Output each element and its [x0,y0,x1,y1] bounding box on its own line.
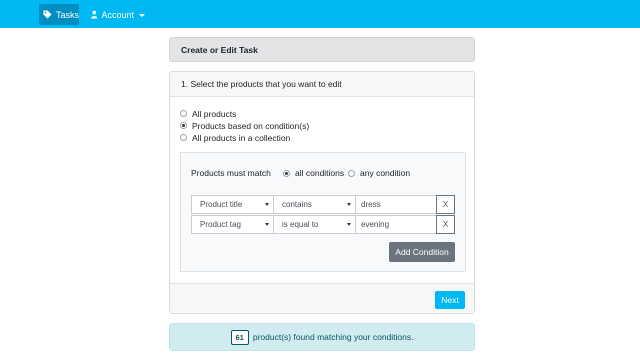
user-icon [91,10,98,19]
match-label: Products must match [191,168,271,178]
field-select-value: Product tag [200,220,241,229]
remove-condition-button[interactable]: X [436,195,455,214]
operator-select-value: contains [282,200,312,209]
product-selection-card: 1. Select the products that you want to … [169,71,475,314]
field-select[interactable]: Product tag [191,215,274,234]
caret-down-icon [139,13,145,17]
match-any-label: any condition [360,168,411,178]
option-label: All products in a collection [192,132,291,143]
match-all-label: all conditions [295,168,345,178]
radio-button[interactable] [180,110,187,117]
nav-tasks-link[interactable]: Tasks [39,4,79,25]
nav-account-dropdown[interactable]: Account [89,4,145,25]
operator-select-value: is equal to [282,220,319,229]
radio-button[interactable] [348,169,355,177]
dropdown-arrow-icon [265,203,269,206]
option-label: All products [192,108,237,119]
result-count-badge: 61 [230,329,249,345]
condition-row: Product tag is equal to evening X [191,215,455,234]
operator-select[interactable]: contains [273,195,356,214]
page-title: Create or Edit Task [169,37,475,62]
option-products-in-collection[interactable]: All products in a collection [180,132,290,143]
value-input[interactable]: evening [355,215,437,234]
card-footer: Next [170,283,474,313]
value-input-text: dress [361,200,381,209]
add-condition-button[interactable]: Add Condition [389,242,455,262]
result-text: product(s) found matching your condition… [252,332,414,342]
dropdown-arrow-icon [265,223,269,226]
result-alert: 61 product(s) found matching your condit… [169,323,475,351]
top-navbar: Tasks Account [0,0,640,28]
step-header: 1. Select the products that you want to … [170,72,474,97]
conditions-panel: Products must match all conditions any c… [180,152,466,272]
option-all-products[interactable]: All products [180,108,236,119]
value-input[interactable]: dress [355,195,437,214]
option-products-by-condition[interactable]: Products based on condition(s) [180,120,309,131]
tag-icon [43,10,52,19]
match-all-option[interactable]: all conditions [283,168,344,178]
nav-account-label: Account [101,9,134,20]
next-button[interactable]: Next [435,291,465,309]
operator-select[interactable]: is equal to [273,215,356,234]
dropdown-arrow-icon [347,203,351,206]
value-input-text: evening [361,220,390,229]
remove-condition-button[interactable]: X [436,215,455,234]
field-select[interactable]: Product title [191,195,274,214]
radio-button[interactable] [180,122,187,129]
nav-tasks-label: Tasks [55,9,79,20]
option-label: Products based on condition(s) [192,120,310,131]
field-select-value: Product title [200,200,243,209]
condition-row: Product title contains dress X [191,195,455,214]
match-any-option[interactable]: any condition [348,168,410,178]
dropdown-arrow-icon [347,223,351,226]
radio-button[interactable] [283,169,290,177]
radio-button[interactable] [180,134,187,141]
